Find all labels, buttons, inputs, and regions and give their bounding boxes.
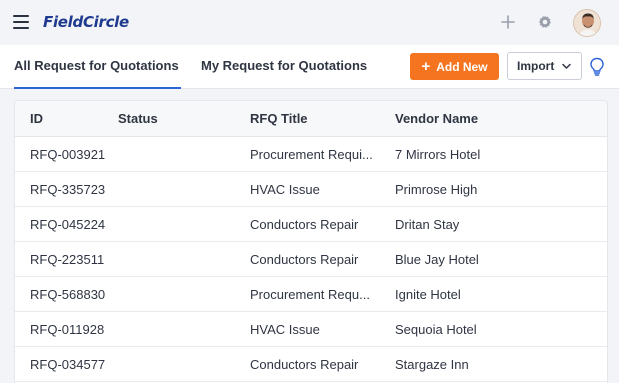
table-row[interactable]: RFQ-568830RFQ CompletedProcurement Requ.… <box>15 277 607 312</box>
rfq-title: Procurement Requ... <box>250 287 370 302</box>
vendor-name: Ignite Hotel <box>395 287 461 302</box>
add-new-label: Add New <box>436 59 488 74</box>
rfq-title: Conductors Repair <box>250 357 359 372</box>
vendor-name: Primrose High <box>395 182 478 197</box>
rfq-id[interactable]: RFQ-011928 <box>30 312 120 347</box>
table-row[interactable]: RFQ-011928RFQ CompletedHVAC IssueSequoia… <box>15 312 607 347</box>
rfq-id[interactable]: RFQ-034577 <box>30 347 120 382</box>
gear-icon[interactable] <box>537 14 553 30</box>
plus-icon[interactable] <box>500 14 516 30</box>
avatar[interactable] <box>573 9 601 37</box>
rfq-id[interactable]: RFQ-003921 <box>30 137 120 172</box>
table-row[interactable]: RFQ-045224RFQ CompletedConductors Repair… <box>15 207 607 242</box>
column-header-id[interactable]: ID <box>30 101 120 137</box>
rfq-title: Procurement Requi... <box>250 147 373 162</box>
menu-icon[interactable] <box>13 15 29 29</box>
app-logo[interactable]: FieldCircle <box>43 13 129 31</box>
column-header-status[interactable]: Status <box>118 101 238 137</box>
vendor-name: Sequoia Hotel <box>395 322 477 337</box>
vendor-name: Stargaze Inn <box>395 357 469 372</box>
vendor-name: Dritan Stay <box>395 217 460 232</box>
table-row[interactable]: RFQ-003921RFQ CompletedProcurement Requi… <box>15 137 607 172</box>
rfq-title: HVAC Issue <box>250 182 320 197</box>
table-row[interactable]: RFQ-223511Quote RequestedConductors Repa… <box>15 242 607 277</box>
tab-bar: All Request for Quotations My Request fo… <box>0 45 619 89</box>
rfq-table: ID Status RFQ Title Vendor Name RFQ-0039… <box>14 100 608 383</box>
table-header: ID Status RFQ Title Vendor Name <box>15 101 607 137</box>
vendor-name: 7 Mirrors Hotel <box>395 147 481 162</box>
rfq-title: Conductors Repair <box>250 252 359 267</box>
add-new-button[interactable]: + Add New <box>410 53 499 80</box>
import-button[interactable]: Import <box>507 52 582 80</box>
tab-all-rfq[interactable]: All Request for Quotations <box>14 45 181 89</box>
rfq-id[interactable]: RFQ-568830 <box>30 277 120 312</box>
column-header-rfq-title[interactable]: RFQ Title <box>250 101 380 137</box>
rfq-id[interactable]: RFQ-335723 <box>30 172 120 207</box>
table-row[interactable]: RFQ-335723Quote RequestedHVAC IssuePrimr… <box>15 172 607 207</box>
plus-icon: + <box>421 58 431 75</box>
lightbulb-icon[interactable] <box>589 57 605 77</box>
vendor-name: Blue Jay Hotel <box>395 252 479 267</box>
rfq-id[interactable]: RFQ-223511 <box>30 242 120 277</box>
rfq-title: Conductors Repair <box>250 217 359 232</box>
import-label: Import <box>517 59 555 73</box>
table-row[interactable]: RFQ-034577Quote RequestedConductors Repa… <box>15 347 607 382</box>
column-header-vendor-name[interactable]: Vendor Name <box>395 101 595 137</box>
rfq-id[interactable]: RFQ-045224 <box>30 207 120 242</box>
tab-my-rfq[interactable]: My Request for Quotations <box>201 45 367 89</box>
chevron-down-icon <box>562 63 571 69</box>
top-bar: FieldCircle <box>0 0 619 45</box>
rfq-title: HVAC Issue <box>250 322 320 337</box>
